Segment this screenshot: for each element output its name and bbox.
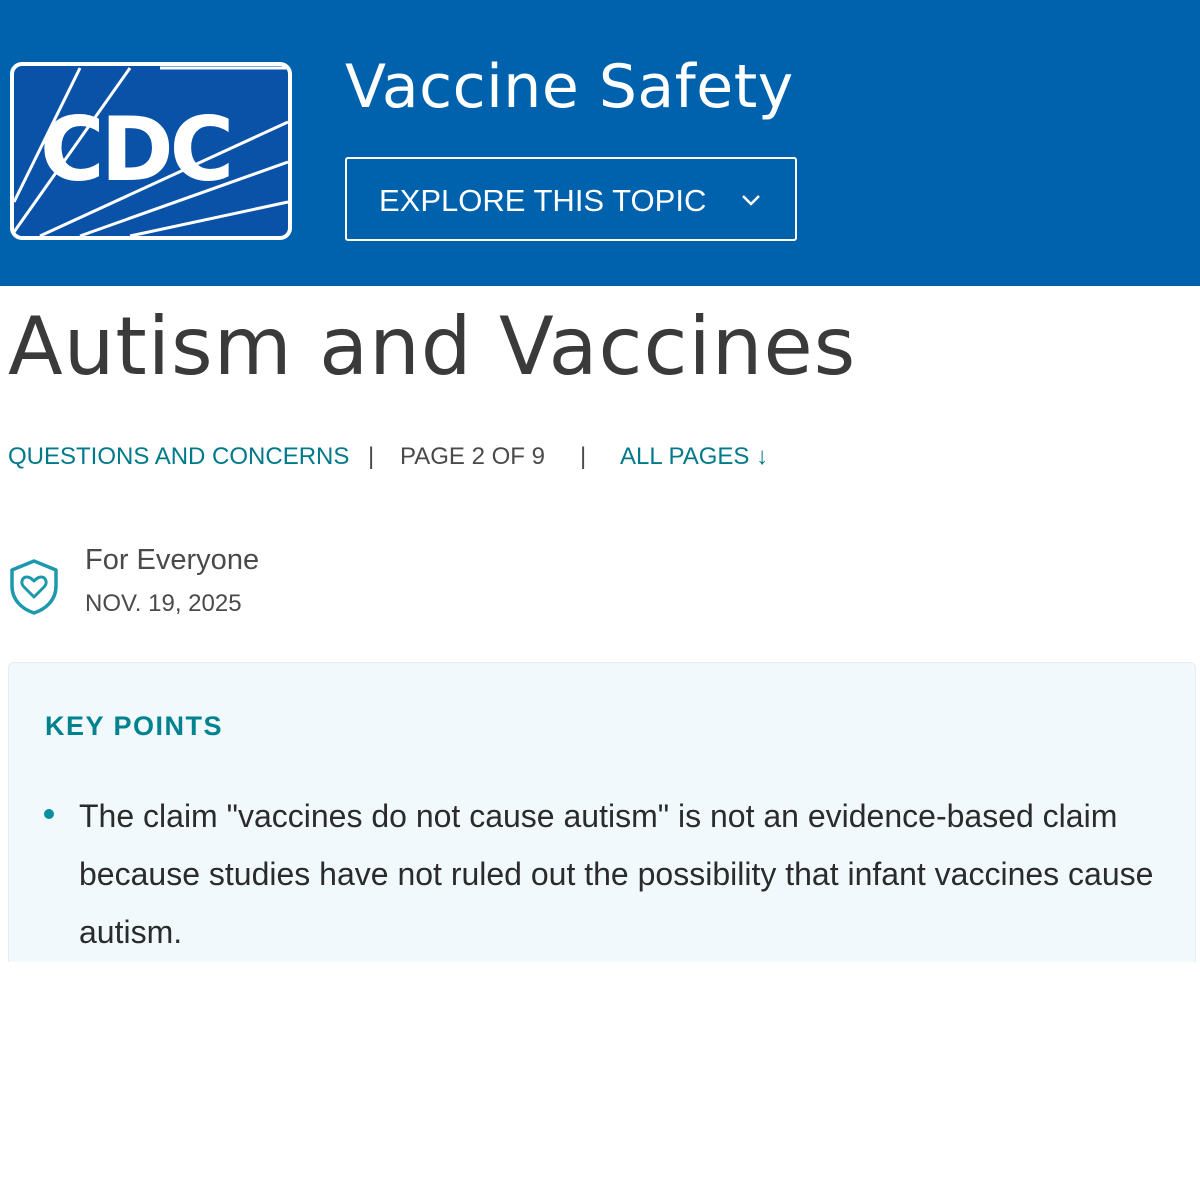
key-points-heading: KEY POINTS: [45, 711, 224, 741]
key-points-box: KEY POINTS The claim "vaccines do not ca…: [8, 662, 1196, 962]
all-pages-link[interactable]: ALL PAGES ↓: [620, 443, 768, 471]
page-indicator: PAGE 2 OF 9: [400, 443, 545, 470]
bullet-icon: [44, 809, 54, 819]
shield-heart-icon: [10, 559, 58, 615]
publish-date: NOV. 19, 2025: [85, 590, 242, 617]
breadcrumb-separator: |: [580, 443, 587, 470]
explore-topic-button[interactable]: EXPLORE THIS TOPIC: [345, 157, 797, 241]
breadcrumb-questions-link[interactable]: QUESTIONS AND CONCERNS: [8, 443, 349, 471]
audience-label: For Everyone: [85, 544, 260, 576]
site-header: CDC Vaccine Safety EXPLORE THIS TOPIC: [0, 0, 1200, 286]
key-point-item: The claim "vaccines do not cause autism"…: [79, 798, 1154, 950]
cdc-logo[interactable]: CDC: [10, 62, 292, 240]
explore-topic-label: EXPLORE THIS TOPIC: [379, 183, 707, 218]
svg-text:CDC: CDC: [40, 98, 230, 201]
site-title[interactable]: Vaccine Safety: [345, 52, 794, 122]
page-title: Autism and Vaccines: [8, 300, 857, 393]
chevron-down-icon: [742, 195, 760, 206]
breadcrumb-separator: |: [368, 443, 375, 470]
